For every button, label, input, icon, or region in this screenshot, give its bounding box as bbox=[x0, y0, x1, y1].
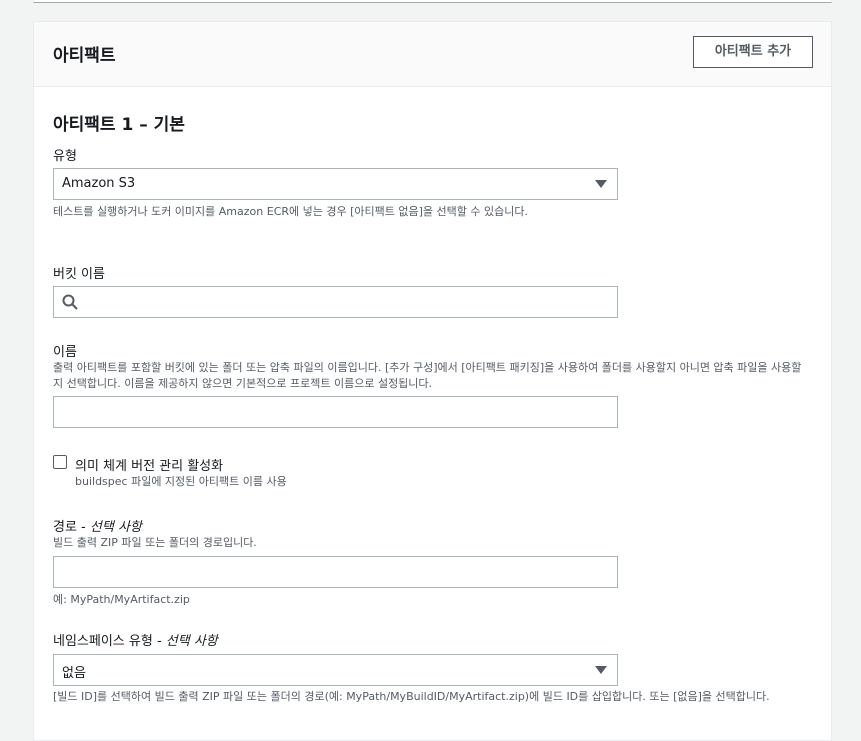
path-input[interactable] bbox=[53, 556, 618, 588]
path-hint: 예: MyPath/MyArtifact.zip bbox=[53, 593, 190, 606]
search-icon bbox=[62, 294, 78, 310]
namespace-type-value: 없음 bbox=[62, 666, 86, 681]
path-optional-label: 선택 사항 bbox=[89, 520, 142, 535]
caret-down-icon bbox=[595, 180, 607, 188]
panel-header: 아티팩트 아티팩트 추가 bbox=[34, 22, 831, 87]
add-artifact-button[interactable]: 아티팩트 추가 bbox=[693, 36, 813, 68]
type-select-value: Amazon S3 bbox=[62, 176, 136, 191]
bucket-name-label: 버킷 이름 bbox=[53, 267, 105, 282]
namespace-type-select[interactable]: 없음 bbox=[53, 654, 618, 686]
name-label: 이름 bbox=[53, 345, 77, 360]
namespace-optional-label: 선택 사항 bbox=[165, 634, 218, 649]
bucket-name-input[interactable] bbox=[53, 286, 618, 318]
type-label: 유형 bbox=[53, 149, 77, 164]
namespace-type-description: [빌드 ID]를 선택하여 빌드 출력 ZIP 파일 또는 폴더의 경로(예: … bbox=[53, 690, 770, 703]
name-description-line2: 지 선택합니다. 이름을 제공하지 않으면 기본적으로 프로젝트 이름으로 설정… bbox=[53, 377, 433, 390]
artifacts-panel: 아티팩트 아티팩트 추가 아티팩트 1 – 기본 유형 Amazon S3 테스… bbox=[33, 21, 832, 741]
path-description: 빌드 출력 ZIP 파일 또는 폴더의 경로입니다. bbox=[53, 536, 257, 549]
semantic-versioning-checkbox[interactable] bbox=[53, 455, 67, 469]
artifact-section-title: 아티팩트 1 – 기본 bbox=[53, 115, 185, 135]
type-select[interactable]: Amazon S3 bbox=[53, 168, 618, 200]
semantic-versioning-description: buildspec 파일에 지정된 아티팩트 이름 사용 bbox=[75, 475, 287, 488]
type-description: 테스트를 실행하거나 도커 이미지를 Amazon ECR에 넣는 경우 [아티… bbox=[53, 205, 528, 218]
path-label: 경로 - 선택 사항 bbox=[53, 520, 142, 535]
panel-title: 아티팩트 bbox=[53, 46, 116, 66]
semantic-versioning-label: 의미 체계 버전 관리 활성화 bbox=[75, 459, 224, 474]
name-description-line1: 출력 아티팩트를 포함할 버킷에 있는 폴더 또는 압축 파일의 이름입니다. … bbox=[53, 361, 802, 374]
caret-down-icon bbox=[595, 666, 607, 674]
name-input[interactable] bbox=[53, 396, 618, 428]
namespace-type-label: 네임스페이스 유형 - 선택 사항 bbox=[53, 634, 218, 649]
previous-panel-edge bbox=[33, 0, 832, 3]
